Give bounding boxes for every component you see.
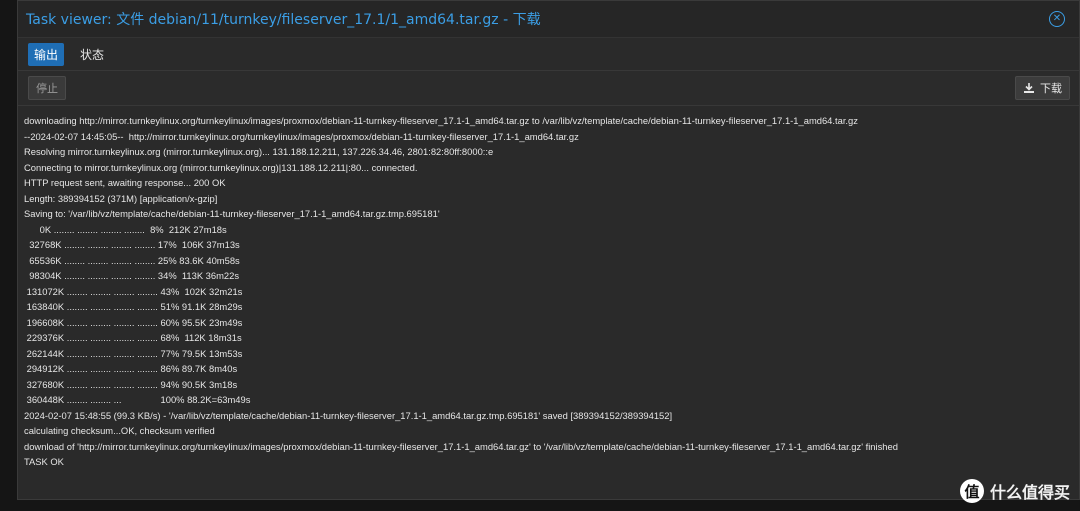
- log-line: 196608K ........ ........ ........ .....…: [24, 316, 243, 328]
- window-title: Task viewer: 文件 debian/11/turnkey/filese…: [26, 12, 541, 28]
- window-titlebar: Task viewer: 文件 debian/11/turnkey/filese…: [18, 1, 1079, 38]
- tab-status[interactable]: 状态: [74, 43, 110, 66]
- download-button-label: 下载: [1040, 82, 1062, 95]
- task-viewer-window: Task viewer: 文件 debian/11/turnkey/filese…: [17, 0, 1080, 500]
- log-line: --2024-02-07 14:45:05-- http://mirror.tu…: [24, 130, 579, 142]
- task-log-output: downloading http://mirror.turnkeylinux.o…: [18, 106, 1079, 476]
- tab-output[interactable]: 输出: [28, 42, 65, 66]
- log-line: downloading http://mirror.turnkeylinux.o…: [24, 115, 858, 126]
- log-line: 229376K ........ ........ ........ .....…: [24, 332, 242, 343]
- log-line: TASK OK: [24, 456, 64, 467]
- log-line: 262144K ........ ........ ........ .....…: [24, 347, 243, 359]
- log-line: 163840K ........ ........ ........ .....…: [24, 301, 243, 312]
- log-line: 131072K ........ ........ ........ .....…: [24, 285, 243, 297]
- watermark: 值 什么值得买: [959, 479, 1070, 503]
- log-line: 327680K ........ ........ ........ .....…: [24, 378, 238, 390]
- log-line: 294912K ........ ........ ........ .....…: [24, 363, 238, 374]
- log-line: 98304K ........ ........ ........ ......…: [24, 270, 240, 281]
- log-line: download of 'http://mirror.turnkeylinux.…: [24, 440, 898, 452]
- download-icon: [1024, 83, 1034, 93]
- log-line: 2024-02-07 15:48:55 (99.3 KB/s) - '/var/…: [24, 409, 673, 421]
- log-line: 360448K ........ ........ ... 100% 88.2K…: [24, 394, 251, 405]
- stop-button[interactable]: 停止: [28, 76, 66, 100]
- log-line: Connecting to mirror.turnkeylinux.org (m…: [24, 161, 418, 173]
- close-icon[interactable]: ✕: [1049, 11, 1065, 27]
- log-line: 65536K ........ ........ ........ ......…: [24, 254, 240, 266]
- watermark-text: 什么值得买: [989, 483, 1070, 502]
- download-button[interactable]: 下载: [1015, 76, 1070, 100]
- log-line: calculating checksum...OK, checksum veri…: [24, 425, 215, 436]
- log-line: 0K ........ ........ ........ ........ 8…: [24, 223, 227, 235]
- watermark-logo: 值: [959, 479, 984, 503]
- log-line: Saving to: '/var/lib/vz/template/cache/d…: [24, 208, 440, 219]
- toolbar: 停止 下载: [18, 70, 1079, 106]
- log-line: 32768K ........ ........ ........ ......…: [24, 239, 240, 250]
- log-line: HTTP request sent, awaiting response... …: [24, 177, 226, 188]
- log-line: Resolving mirror.turnkeylinux.org (mirro…: [24, 146, 494, 157]
- tab-bar: 输出 状态: [18, 38, 1079, 70]
- log-line: Length: 389394152 (371M) [application/x-…: [24, 192, 218, 204]
